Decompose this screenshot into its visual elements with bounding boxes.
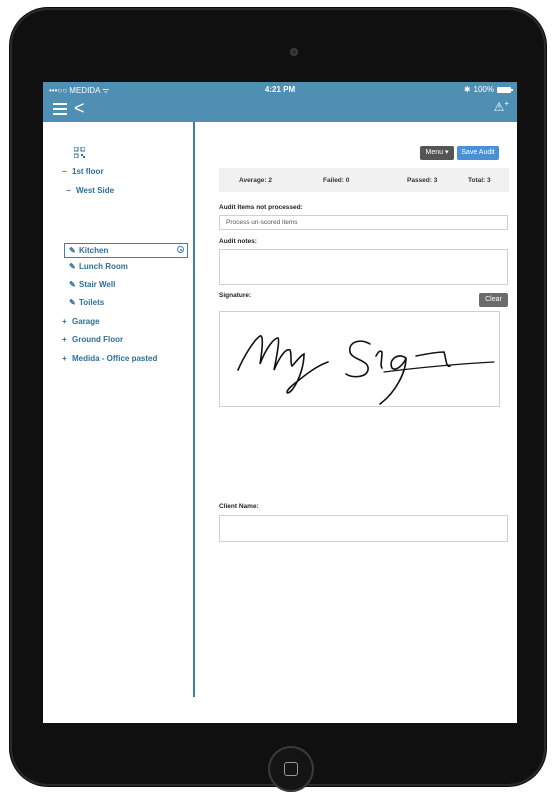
add-alert-icon[interactable]: ⚠+ xyxy=(494,99,509,114)
tree-item-kitchen-selected[interactable]: ✎ Kitchen xyxy=(64,243,188,258)
home-button[interactable] xyxy=(268,746,314,792)
notes-label: Audit notes: xyxy=(219,238,257,245)
clear-signature-button[interactable]: Clear xyxy=(479,293,508,307)
app-header: •••○○ MEDIDA ᯤ 4:21 PM ✱ 100% < ⚠+ xyxy=(43,82,517,122)
target-icon[interactable] xyxy=(177,246,184,253)
battery-text: 100% xyxy=(473,85,494,94)
tag-icon: ✎ xyxy=(69,262,76,271)
collapse-icon: − xyxy=(66,186,71,195)
notes-field[interactable] xyxy=(219,249,508,285)
signature-pad[interactable] xyxy=(219,311,500,407)
stat-average: Average: 2 xyxy=(239,177,272,184)
back-chevron-icon[interactable]: < xyxy=(74,99,85,117)
tree-item-stair-well[interactable]: ✎ Stair Well xyxy=(69,280,115,289)
sidebar: −1st floor − West Side ✎ Kitchen ✎ Lunch Ro… xyxy=(43,122,195,697)
clock-text: 4:21 PM xyxy=(264,85,296,94)
stat-passed: Passed: 3 xyxy=(407,177,438,184)
qr-code-icon[interactable] xyxy=(74,147,85,158)
tree-item-garage[interactable]: + Garage xyxy=(62,317,100,326)
client-name-label: Client Name: xyxy=(219,503,259,510)
stat-total: Total: 3 xyxy=(468,177,491,184)
hamburger-icon[interactable] xyxy=(53,103,67,115)
menu-button[interactable]: Menu ▾ xyxy=(420,146,454,160)
tag-icon: ✎ xyxy=(69,246,76,255)
unprocessed-field[interactable]: Process un-scored items xyxy=(219,215,508,230)
expand-icon: + xyxy=(62,335,67,344)
app-screen: •••○○ MEDIDA ᯤ 4:21 PM ✱ 100% < ⚠+ −1st … xyxy=(43,82,517,723)
home-square-icon xyxy=(284,762,298,776)
signature-drawing xyxy=(237,335,495,405)
bluetooth-icon: ✱ xyxy=(463,85,471,94)
tree-item-1st-floor[interactable]: −1st floor xyxy=(62,167,104,176)
stat-failed: Failed: 0 xyxy=(323,177,350,184)
expand-icon: + xyxy=(62,354,67,363)
status-right: ✱ 100% xyxy=(463,85,513,94)
status-bar: •••○○ MEDIDA ᯤ 4:21 PM ✱ 100% xyxy=(43,82,517,96)
audit-panel: Menu ▾ Save Audit Average: 2 Failed: 0 P… xyxy=(219,122,509,697)
tree-item-medida-office[interactable]: + Medida - Office pasted xyxy=(62,354,157,363)
tag-icon: ✎ xyxy=(69,298,76,307)
tree-item-ground-floor[interactable]: + Ground Floor xyxy=(62,335,123,344)
save-audit-button[interactable]: Save Audit xyxy=(457,146,499,160)
client-name-field[interactable] xyxy=(219,515,508,542)
camera xyxy=(290,48,298,56)
tree-item-west-side[interactable]: − West Side xyxy=(66,186,114,195)
tree-item-kitchen[interactable]: ✎ Kitchen xyxy=(69,246,108,255)
signature-label: Signature: xyxy=(219,292,252,299)
unprocessed-label: Audit Items not processed: xyxy=(219,204,303,211)
tree-item-toilets[interactable]: ✎ Toilets xyxy=(69,298,104,307)
tree-item-lunch-room[interactable]: ✎ Lunch Room xyxy=(69,262,128,271)
stats-bar: Average: 2 Failed: 0 Passed: 3 Total: 3 xyxy=(219,168,509,192)
battery-icon xyxy=(497,86,513,93)
tag-icon: ✎ xyxy=(69,280,76,289)
collapse-icon: − xyxy=(62,167,67,176)
expand-icon: + xyxy=(62,317,67,326)
